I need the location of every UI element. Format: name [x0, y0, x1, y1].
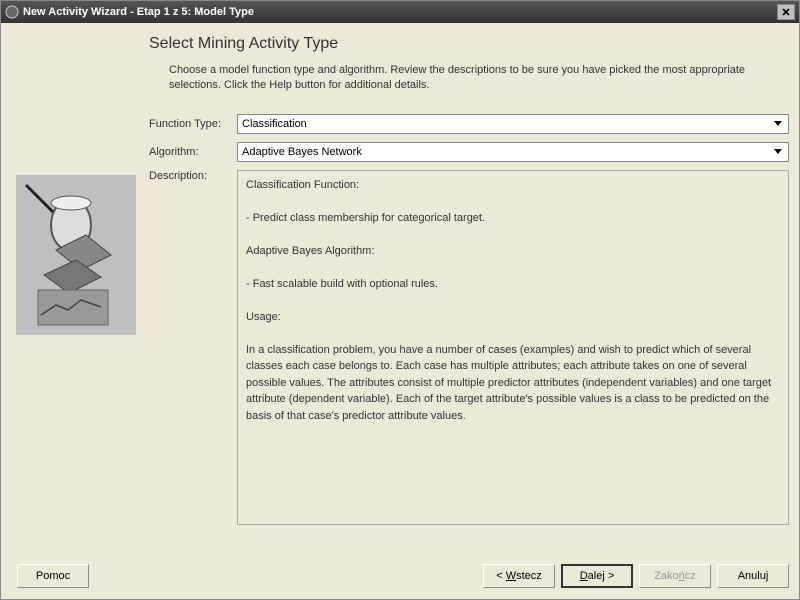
- cancel-button[interactable]: Anuluj: [717, 564, 789, 588]
- function-type-dropdown[interactable]: Classification: [237, 114, 789, 134]
- back-button[interactable]: < Wstecz: [483, 564, 555, 588]
- algorithm-value: Adaptive Bayes Network: [242, 146, 362, 158]
- finish-button: Zakończ: [639, 564, 711, 588]
- dropdown-arrow-icon: [770, 117, 786, 131]
- back-prefix: <: [496, 570, 505, 582]
- function-type-row: Function Type: Classification: [149, 114, 789, 134]
- function-type-label: Function Type:: [149, 118, 237, 130]
- wizard-window: New Activity Wizard - Etap 1 z 5: Model …: [0, 0, 800, 600]
- algorithm-dropdown[interactable]: Adaptive Bayes Network: [237, 142, 789, 162]
- close-button[interactable]: [777, 4, 795, 20]
- wizard-sidebar-image: [11, 35, 141, 553]
- algorithm-label: Algorithm:: [149, 146, 237, 158]
- wizard-graphic-icon: [16, 175, 136, 335]
- titlebar: New Activity Wizard - Etap 1 z 5: Model …: [1, 1, 799, 23]
- description-row: Description: Classification Function: - …: [149, 170, 789, 553]
- algorithm-row: Algorithm: Adaptive Bayes Network: [149, 142, 789, 162]
- next-rest: alej >: [588, 570, 615, 582]
- close-icon: [782, 8, 790, 16]
- button-bar: Pomoc < Wstecz Dalej > Zakończ Anuluj: [1, 559, 799, 599]
- page-instructions: Choose a model function type and algorit…: [149, 63, 789, 94]
- dropdown-arrow-icon: [770, 145, 786, 159]
- main-panel: Select Mining Activity Type Choose a mod…: [149, 35, 789, 553]
- back-rest: stecz: [516, 570, 542, 582]
- next-button[interactable]: Dalej >: [561, 564, 633, 588]
- help-button[interactable]: Pomoc: [17, 564, 89, 588]
- finish-prefix: Zako: [654, 570, 678, 582]
- window-title: New Activity Wizard - Etap 1 z 5: Model …: [23, 6, 777, 18]
- back-mnemonic: W: [506, 570, 516, 582]
- finish-rest: cz: [685, 570, 696, 582]
- description-text: Classification Function: - Predict class…: [237, 170, 789, 525]
- next-mnemonic: D: [580, 570, 588, 582]
- content-area: Select Mining Activity Type Choose a mod…: [1, 23, 799, 559]
- cancel-button-label: Anuluj: [738, 570, 769, 582]
- app-icon: [5, 5, 19, 19]
- help-button-label: Pomoc: [36, 570, 70, 582]
- function-type-value: Classification: [242, 118, 307, 130]
- description-label: Description:: [149, 170, 237, 182]
- page-title: Select Mining Activity Type: [149, 35, 789, 53]
